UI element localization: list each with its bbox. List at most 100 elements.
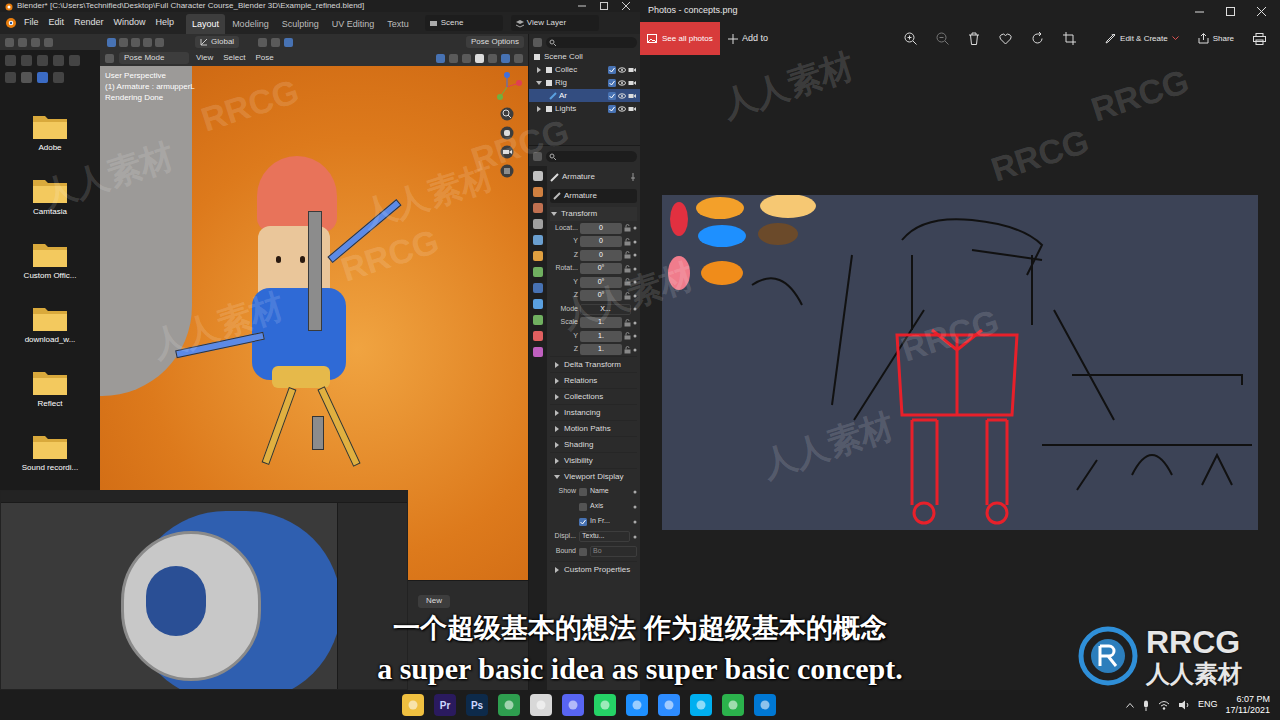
mode-dropdown[interactable]: Pose Mode	[119, 52, 189, 64]
outliner-row[interactable]: Ar	[529, 89, 640, 102]
pose-options-dropdown[interactable]: Pose Options	[466, 36, 524, 48]
photos-actions: Edit & Create Share	[904, 22, 1280, 55]
see-all-photos-button[interactable]: See all photos	[640, 22, 720, 55]
menu-item[interactable]: Render	[70, 16, 108, 30]
transform-field[interactable]: 0	[580, 250, 622, 261]
clock[interactable]: 6:07 PM17/11/2021	[1226, 694, 1270, 716]
outliner-search[interactable]	[546, 37, 637, 48]
orientation-dropdown[interactable]: Global	[195, 36, 239, 48]
workspace-tab[interactable]: Modeling	[226, 14, 275, 35]
outliner-row[interactable]: Lights	[529, 102, 640, 115]
transform-field[interactable]: 0°	[580, 290, 622, 301]
outliner-row[interactable]: Rig	[529, 76, 640, 89]
viewport-menu[interactable]: Select	[220, 52, 248, 64]
nav-arrow-icon	[68, 54, 81, 67]
watermark-text: 人人素材	[145, 280, 290, 371]
language-indicator[interactable]: ENG	[1198, 698, 1218, 712]
display-dropdown[interactable]: Textu...	[579, 531, 630, 542]
desktop-icon[interactable]: download_w...	[0, 300, 100, 364]
properties-search[interactable]	[546, 151, 637, 162]
property-tab-icon	[532, 234, 544, 246]
new-button[interactable]: New	[418, 595, 450, 608]
viewport-menu[interactable]: Pose	[252, 52, 276, 64]
checkbox-row[interactable]: ShowName	[550, 484, 637, 499]
transform-field[interactable]: 1.	[580, 331, 622, 342]
transform-field[interactable]: 0	[580, 236, 622, 247]
desktop-icon[interactable]: Reflect	[0, 364, 100, 428]
panel-header[interactable]: Relations	[550, 372, 637, 388]
photo-viewer[interactable]	[640, 55, 1280, 690]
taskbar-app[interactable]: Ps	[466, 694, 488, 716]
desktop-icon[interactable]: Camtasia	[0, 172, 100, 236]
taskbar-app[interactable]: Pr	[434, 694, 456, 716]
view-layer-selector[interactable]: View Layer	[511, 15, 599, 31]
taskbar-app[interactable]	[498, 694, 520, 716]
data-field[interactable]: Armature	[550, 189, 637, 203]
wifi-icon	[1158, 700, 1170, 710]
checkbox-row[interactable]: In Fr...	[550, 514, 637, 529]
transform-field[interactable]: 0°	[580, 277, 622, 288]
panel-header[interactable]: Instancing	[550, 404, 637, 420]
viewport-menu[interactable]: View	[193, 52, 216, 64]
transform-field[interactable]: 1.	[580, 344, 622, 355]
photos-window[interactable]: Photos - concepts.pngSee all photosAdd t…	[640, 0, 1280, 690]
workspace-tab[interactable]: Layout	[186, 14, 225, 35]
desktop-icon[interactable]: Sound recordi...	[0, 428, 100, 492]
outliner-row[interactable]: Collec	[529, 63, 640, 76]
desktop-icon-label: Sound recordi...	[20, 464, 80, 473]
transform-field[interactable]: X...	[580, 304, 631, 315]
panel-header[interactable]: Transform	[550, 207, 637, 221]
taskbar-app[interactable]	[754, 694, 776, 716]
panel-header[interactable]: Visibility	[550, 452, 637, 468]
watermark-text: 人人素材	[755, 400, 900, 491]
outliner-row[interactable]: Scene Coll	[529, 50, 640, 63]
checkbox-row[interactable]: Axis	[550, 499, 637, 514]
folder-icon	[32, 240, 68, 268]
collection-icon	[545, 79, 553, 87]
dropdown-value: Bo	[593, 546, 602, 557]
taskbar-app[interactable]	[722, 694, 744, 716]
lock-icon	[624, 346, 631, 354]
workspace-tab[interactable]: UV Editing	[326, 14, 381, 35]
taskbar-app[interactable]	[690, 694, 712, 716]
transform-value: 0°	[598, 263, 605, 274]
desktop-icon[interactable]: Adobe	[0, 108, 100, 172]
transform-label: Z	[550, 250, 578, 261]
outliner-label: Ar	[559, 90, 567, 102]
panel-header[interactable]: Motion Paths	[550, 420, 637, 436]
bounds-dropdown[interactable]: Bo	[590, 546, 637, 557]
edit-create-button[interactable]: Edit & Create	[1105, 33, 1179, 45]
workspace-tab[interactable]: Textu	[381, 14, 415, 35]
transform-field[interactable]: 0	[580, 223, 622, 234]
add-to-button[interactable]: Add to	[720, 22, 776, 55]
desktop-icon[interactable]: Custom Offic...	[0, 236, 100, 300]
taskbar-app[interactable]	[562, 694, 584, 716]
nav-arrow-icon	[20, 54, 33, 67]
keyframe-dot-icon	[633, 321, 637, 325]
panel-header[interactable]: Delta Transform	[550, 356, 637, 372]
menu-item[interactable]: Help	[152, 16, 179, 30]
menu-item[interactable]: File	[20, 16, 43, 30]
taskbar-app[interactable]	[594, 694, 616, 716]
scene-selector[interactable]: Scene	[425, 15, 503, 31]
taskbar-app[interactable]	[626, 694, 648, 716]
panel-header[interactable]: Custom Properties	[550, 561, 637, 577]
transform-field[interactable]: 0°	[580, 263, 622, 274]
taskbar-app[interactable]	[658, 694, 680, 716]
panel-header[interactable]: Viewport Display	[550, 468, 637, 484]
shading-icon	[513, 53, 524, 64]
panel-header[interactable]: Collections	[550, 388, 637, 404]
transform-field[interactable]: 1.	[580, 317, 622, 328]
share-button[interactable]: Share	[1198, 33, 1234, 45]
close-icon	[622, 2, 630, 10]
keyframe-dot-icon	[633, 490, 637, 494]
workspace-tab[interactable]: Sculpting	[276, 14, 325, 35]
taskbar-app[interactable]	[530, 694, 552, 716]
select-mode-icon	[106, 37, 117, 48]
keyframe-dot-icon	[633, 307, 637, 311]
panel-header[interactable]: Shading	[550, 436, 637, 452]
menu-item[interactable]: Window	[110, 16, 150, 30]
viewport-overlay: User Perspective(1) Armature : armupperL…	[105, 70, 195, 103]
taskbar-app[interactable]	[402, 694, 424, 716]
menu-item[interactable]: Edit	[45, 16, 69, 30]
